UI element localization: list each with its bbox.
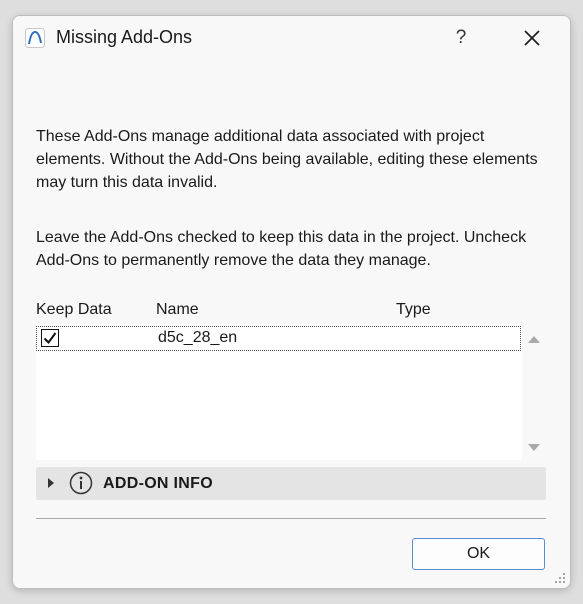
addon-name: d5c_28_en bbox=[158, 329, 238, 346]
column-header-name[interactable]: Name bbox=[156, 301, 199, 319]
expand-arrow-icon[interactable] bbox=[48, 478, 54, 488]
separator bbox=[36, 518, 546, 519]
info-icon bbox=[69, 471, 93, 495]
table-row[interactable]: d5c_28_en bbox=[36, 326, 521, 351]
help-button[interactable]: ? bbox=[445, 24, 477, 52]
column-header-type[interactable]: Type bbox=[396, 301, 431, 319]
resize-grip-icon[interactable] bbox=[554, 572, 566, 584]
dialog-title: Missing Add-Ons bbox=[56, 27, 193, 47]
column-header-keep-data[interactable]: Keep Data bbox=[36, 301, 112, 319]
title-bar[interactable]: Missing Add-Ons ? bbox=[13, 16, 570, 60]
addon-info-expander[interactable]: ADD-ON INFO bbox=[36, 467, 546, 500]
scroll-up-arrow-icon[interactable] bbox=[527, 334, 541, 344]
missing-addons-dialog: Missing Add-Ons ? These Add-Ons manage a… bbox=[12, 15, 571, 589]
description-paragraph: These Add-Ons manage additional data ass… bbox=[36, 128, 538, 191]
addon-info-label: ADD-ON INFO bbox=[103, 475, 213, 492]
close-icon[interactable] bbox=[516, 24, 548, 52]
addon-list[interactable]: d5c_28_en bbox=[36, 323, 522, 460]
instruction-paragraph: Leave the Add-Ons checked to keep this d… bbox=[36, 229, 527, 269]
ok-button[interactable]: OK bbox=[412, 538, 545, 570]
keep-data-checkbox[interactable] bbox=[41, 329, 59, 347]
archicad-arc-icon bbox=[25, 28, 45, 48]
checkmark-icon bbox=[43, 332, 57, 345]
scroll-down-arrow-icon[interactable] bbox=[527, 443, 541, 453]
